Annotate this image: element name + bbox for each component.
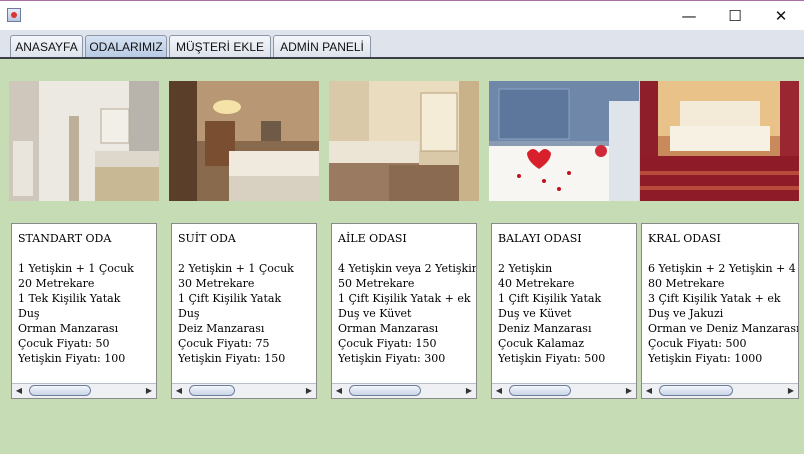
scroll-left-icon[interactable]: ◀: [12, 384, 26, 398]
standard-room-photo: [9, 81, 159, 201]
room-detail-line: 20 Metrekare: [18, 277, 95, 290]
room-description-text: STANDART ODA 1 Yetişkin + 1 Çocuk 20 Metr…: [18, 231, 156, 366]
room-detail-line: 40 Metrekare: [498, 277, 575, 290]
room-title: SUİT ODA: [178, 232, 236, 245]
scroll-thumb[interactable]: [509, 385, 571, 396]
room-detail-line: Orman Manzarası: [338, 322, 439, 335]
room-detail-line: Deiz Manzarası: [178, 322, 265, 335]
room-detail-line: Duş: [178, 307, 200, 320]
horizontal-scrollbar[interactable]: ◀ ▶: [642, 383, 798, 398]
room-detail-line: [338, 246, 476, 261]
room-detail-line: Çocuk Fiyatı: 500: [648, 337, 747, 350]
scroll-left-icon[interactable]: ◀: [172, 384, 186, 398]
king-room-photo: [640, 81, 799, 201]
room-detail-line: Orman ve Deniz Manzarası: [648, 322, 799, 335]
scroll-thumb[interactable]: [659, 385, 733, 396]
room-detail-line: [648, 246, 798, 261]
suite-room-photo: [169, 81, 319, 201]
room-description-text: SUİT ODA 2 Yetişkin + 1 Çocuk 30 Metrekar…: [178, 231, 316, 366]
tab-odalarimiz[interactable]: ODALARIMIZ: [85, 35, 167, 57]
scroll-thumb[interactable]: [349, 385, 421, 396]
room-detail-line: Çocuk Fiyatı: 150: [338, 337, 437, 350]
scroll-left-icon[interactable]: ◀: [492, 384, 506, 398]
minimize-button[interactable]: —: [666, 1, 712, 31]
room-detail-line: Duş ve Jakuzi: [648, 307, 724, 320]
horizontal-scrollbar[interactable]: ◀ ▶: [332, 383, 476, 398]
room-detail-line: Yetişkin Fiyatı: 100: [18, 352, 126, 365]
scroll-thumb[interactable]: [29, 385, 91, 396]
scroll-right-icon[interactable]: ▶: [142, 384, 156, 398]
room-detail-line: 1 Çift Kişilik Yatak: [178, 292, 282, 305]
room-title: AİLE ODASI: [338, 232, 407, 245]
honeymoon-room-photo: [489, 81, 639, 201]
room-detail-line: Duş: [18, 307, 40, 320]
room-detail-line: Yetişkin Fiyatı: 150: [178, 352, 286, 365]
room-detail-line: [178, 246, 316, 261]
room-description-text: KRAL ODASI 6 Yetişkin + 2 Yetişkin + 4 Ç…: [648, 231, 799, 366]
room-detail-line: 50 Metrekare: [338, 277, 415, 290]
horizontal-scrollbar[interactable]: ◀ ▶: [172, 383, 316, 398]
room-detail-line: Çocuk Fiyatı: 75: [178, 337, 270, 350]
room-detail-line: Orman Manzarası: [18, 322, 119, 335]
tab-bar: ANASAYFA ODALARIMIZ MÜŞTERİ EKLE ADMİN P…: [0, 30, 804, 59]
room-card-balayi[interactable]: BALAYI ODASI 2 Yetişkin 40 Metrekare 1 Çif…: [491, 223, 637, 399]
room-detail-line: Yetişkin Fiyatı: 300: [338, 352, 446, 365]
room-detail-line: [18, 246, 156, 261]
room-detail-line: 6 Yetişkin + 2 Yetişkin + 4 Çocuk: [648, 262, 796, 275]
room-detail-line: Yetişkin Fiyatı: 1000: [648, 352, 763, 365]
room-description-text: AİLE ODASI 4 Yetişkin veya 2 Yetişkin + …: [338, 231, 477, 366]
scroll-left-icon[interactable]: ◀: [642, 384, 656, 398]
room-description-text: BALAYI ODASI 2 Yetişkin 40 Metrekare 1 Çif…: [498, 231, 636, 366]
title-bar: — ☐ ✕: [0, 0, 804, 30]
maximize-button[interactable]: ☐: [712, 1, 758, 31]
room-card-suit[interactable]: SUİT ODA 2 Yetişkin + 1 Çocuk 30 Metrekar…: [171, 223, 317, 399]
room-detail-line: 2 Yetişkin + 1 Çocuk: [178, 262, 294, 275]
room-detail-line: 1 Çift Kişilik Yatak: [498, 292, 602, 305]
tab-admin-paneli[interactable]: ADMİN PANELİ: [273, 35, 371, 57]
room-detail-line: 30 Metrekare: [178, 277, 255, 290]
room-title: STANDART ODA: [18, 232, 112, 245]
scroll-thumb[interactable]: [189, 385, 235, 396]
room-detail-line: Çocuk Fiyatı: 50: [18, 337, 110, 350]
room-detail-line: Deniz Manzarası: [498, 322, 592, 335]
scroll-right-icon[interactable]: ▶: [784, 384, 798, 398]
room-detail-line: 1 Yetişkin + 1 Çocuk: [18, 262, 134, 275]
room-detail-line: 2 Yetişkin: [498, 262, 553, 275]
tab-musteri-ekle[interactable]: MÜŞTERİ EKLE: [169, 35, 271, 57]
room-title: KRAL ODASI: [648, 232, 721, 245]
room-detail-line: 1 Çift Kişilik Yatak + ek: [338, 292, 471, 305]
room-detail-line: 1 Tek Kişilik Yatak: [18, 292, 121, 305]
room-detail-line: Çocuk Kalamaz: [498, 337, 585, 350]
scroll-right-icon[interactable]: ▶: [302, 384, 316, 398]
scroll-left-icon[interactable]: ◀: [332, 384, 346, 398]
room-detail-line: Yetişkin Fiyatı: 500: [498, 352, 606, 365]
tab-anasayfa[interactable]: ANASAYFA: [10, 35, 83, 57]
scroll-right-icon[interactable]: ▶: [622, 384, 636, 398]
room-card-standart[interactable]: STANDART ODA 1 Yetişkin + 1 Çocuk 20 Metr…: [11, 223, 157, 399]
room-card-kral[interactable]: KRAL ODASI 6 Yetişkin + 2 Yetişkin + 4 Ç…: [641, 223, 799, 399]
java-app-icon: [7, 8, 21, 22]
horizontal-scrollbar[interactable]: ◀ ▶: [492, 383, 636, 398]
close-button[interactable]: ✕: [758, 1, 804, 31]
room-detail-line: 3 Çift Kişilik Yatak + ek: [648, 292, 781, 305]
horizontal-scrollbar[interactable]: ◀ ▶: [12, 383, 156, 398]
room-detail-line: [498, 246, 636, 261]
family-room-photo: [329, 81, 479, 201]
room-detail-line: Duş ve Küvet: [338, 307, 412, 320]
room-detail-line: Duş ve Küvet: [498, 307, 572, 320]
scroll-right-icon[interactable]: ▶: [462, 384, 476, 398]
room-detail-line: 4 Yetişkin veya 2 Yetişkin + 2 Çocuk: [338, 262, 477, 275]
room-detail-line: 80 Metrekare: [648, 277, 725, 290]
room-card-aile[interactable]: AİLE ODASI 4 Yetişkin veya 2 Yetişkin + …: [331, 223, 477, 399]
room-title: BALAYI ODASI: [498, 232, 582, 245]
